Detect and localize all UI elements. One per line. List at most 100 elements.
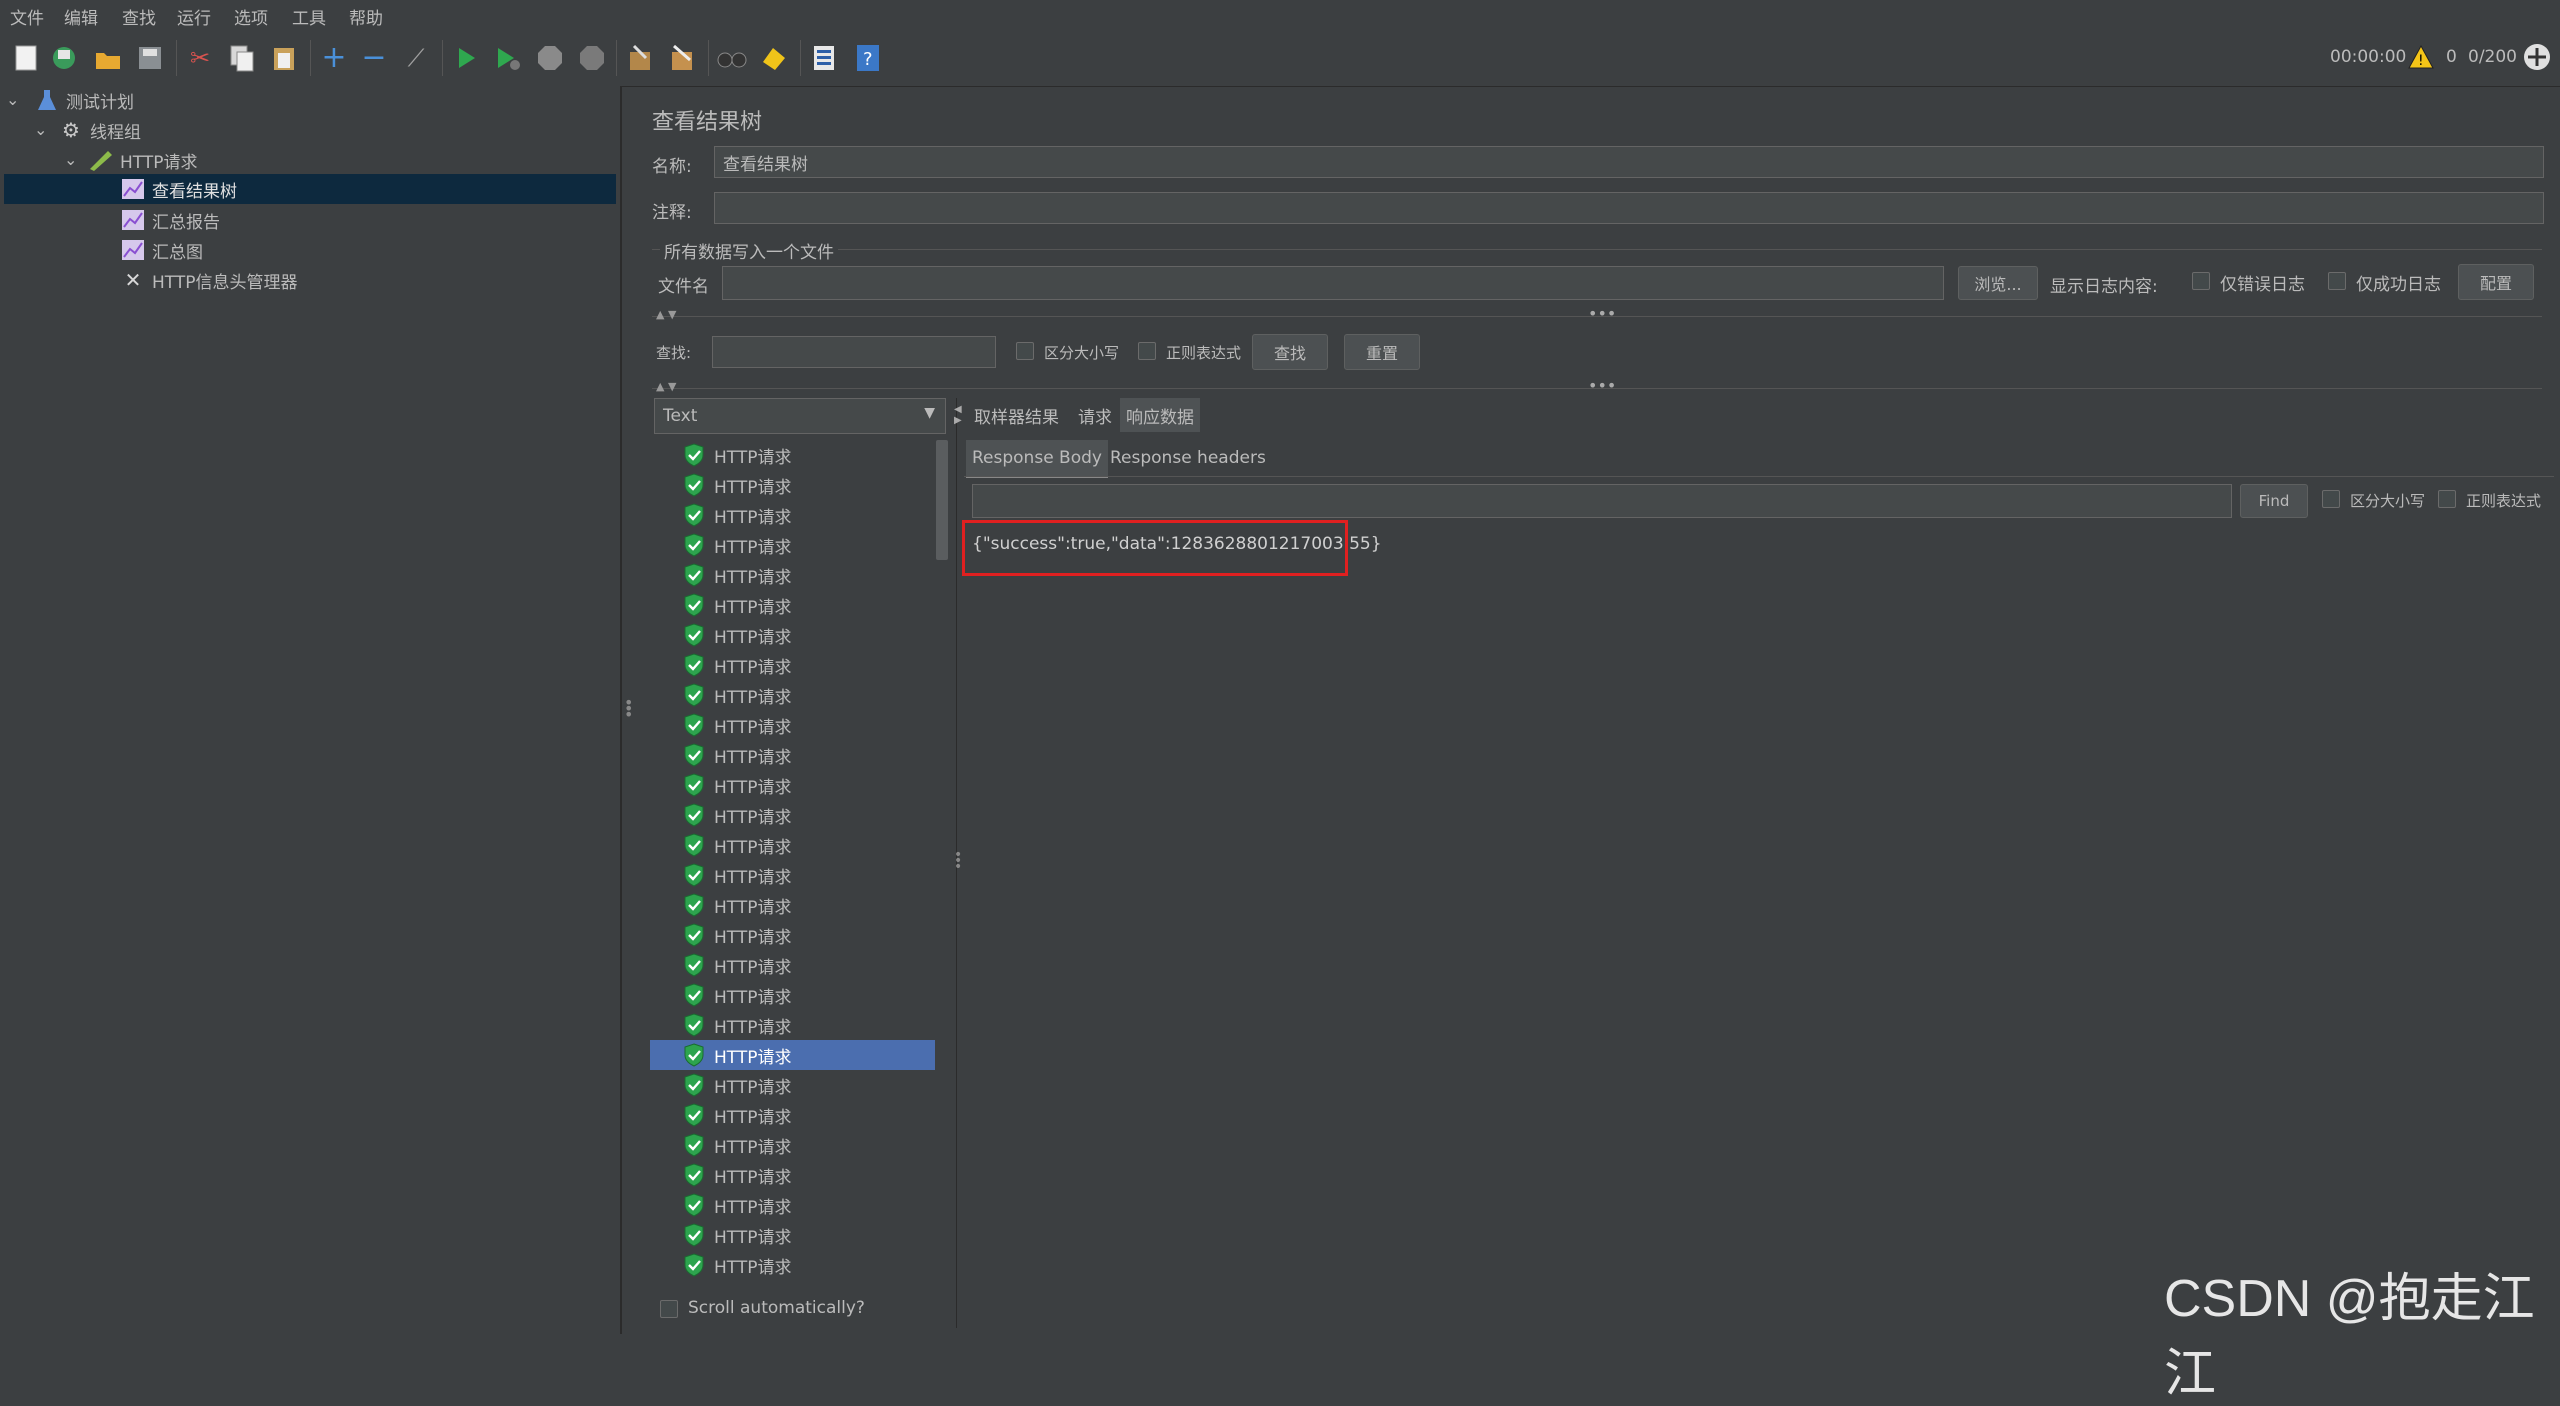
collapse-icon[interactable]: − [358,42,390,74]
chevron-down-icon[interactable]: ⌄ [64,150,77,169]
stop-icon[interactable] [534,42,566,74]
binoculars-icon[interactable] [716,42,748,74]
tree-node-summary-graph[interactable]: 汇总图 [120,236,203,264]
tree-node-test-plan[interactable]: 测试计划 [34,86,134,114]
list-item[interactable]: HTTP请求 [650,530,935,560]
reset-search-icon[interactable] [758,42,790,74]
list-item[interactable]: HTTP请求 [650,620,935,650]
errors-only-checkbox[interactable] [2192,272,2210,290]
start-no-pause-icon[interactable] [492,42,524,74]
list-item[interactable]: HTTP请求 [650,1190,935,1220]
menu-options[interactable]: 选项 [234,4,268,29]
list-item[interactable]: HTTP请求 [650,470,935,500]
menu-run[interactable]: 运行 [177,4,211,29]
list-item[interactable]: HTTP请求 [650,1070,935,1100]
browse-button[interactable]: 浏览... [1958,266,2038,300]
scroll-auto-checkbox[interactable] [660,1300,678,1318]
chevron-down-icon[interactable]: ⌄ [34,120,47,139]
new-icon[interactable] [10,42,42,74]
help-icon[interactable]: ? [852,42,884,74]
response-case-checkbox[interactable] [2322,490,2340,508]
results-list[interactable]: HTTP请求 HTTP请求 HTTP请求 HTTP请求 HTTP请求 HTTP请求 HTTP… [650,440,950,1290]
list-item[interactable]: HTTP请求 [650,710,935,740]
open-icon[interactable] [92,42,124,74]
function-helper-icon[interactable] [808,42,840,74]
tree-node-summary-report[interactable]: 汇总报告 [120,206,220,234]
list-item[interactable]: HTTP请求 [650,740,935,770]
list-item[interactable]: HTTP请求 [650,860,935,890]
list-item[interactable]: HTTP请求 [650,770,935,800]
templates-icon[interactable] [48,42,80,74]
menu-file[interactable]: 文件 [10,4,44,29]
collapse-arrows[interactable]: ▲ ▼ [656,380,676,393]
split-arrows[interactable]: ◀ ▶ [954,404,962,426]
comment-field[interactable] [714,192,2544,224]
clear-icon[interactable] [624,42,656,74]
list-item[interactable]: HTTP请求 [650,1250,935,1280]
success-only-checkbox[interactable] [2328,272,2346,290]
find-button[interactable]: 查找 [1252,334,1328,370]
name-field[interactable]: 查看结果树 [714,146,2544,178]
tree-node-http-request[interactable]: HTTP请求 [88,146,198,174]
remote-status-icon[interactable] [2522,42,2552,77]
subtab-response-body[interactable]: Response Body [966,440,1108,478]
collapse-arrows[interactable]: ▲ ▼ [656,308,676,321]
tab-sampler-result[interactable]: 取样器结果 [968,398,1065,432]
configure-button[interactable]: 配置 [2458,264,2534,300]
reset-button[interactable]: 重置 [1344,334,1420,370]
regex-checkbox[interactable] [1138,342,1156,360]
response-regex-checkbox[interactable] [2438,490,2456,508]
tree-node-view-results-tree[interactable]: 查看结果树 [4,174,616,204]
list-item[interactable]: HTTP请求 [650,800,935,830]
list-item[interactable]: HTTP请求 [650,1100,935,1130]
menu-search[interactable]: 查找 [122,4,156,29]
list-item[interactable]: HTTP请求 [650,830,935,860]
list-item[interactable]: HTTP请求 [650,560,935,590]
list-item[interactable]: HTTP请求 [650,1130,935,1160]
list-item[interactable]: HTTP请求 [650,1220,935,1250]
search-input[interactable] [712,336,996,368]
list-item[interactable]: HTTP请求 [650,500,935,530]
list-item[interactable]: HTTP请求 [650,920,935,950]
start-icon[interactable] [450,42,482,74]
list-item[interactable]: HTTP请求 [650,1010,935,1040]
shutdown-icon[interactable] [576,42,608,74]
clear-all-icon[interactable] [666,42,698,74]
list-item[interactable]: HTTP请求 [650,980,935,1010]
menu-help[interactable]: 帮助 [349,4,383,29]
tree-node-thread-group[interactable]: ⚙ 线程组 [58,116,141,144]
list-item[interactable]: HTTP请求 [650,950,935,980]
menu-tools[interactable]: 工具 [292,4,326,29]
split-handle[interactable]: • • • [954,848,962,874]
toggle-icon[interactable]: ⟋ [400,42,432,74]
list-item[interactable]: HTTP请求 [650,1040,935,1070]
subtab-response-headers[interactable]: Response headers [1104,440,1272,476]
expand-icon[interactable]: + [318,42,350,74]
list-item[interactable]: HTTP请求 [650,1160,935,1190]
more-icon[interactable]: ••• [1588,376,1616,395]
response-search-input[interactable] [972,484,2232,518]
warning-icon[interactable]: ! [2408,44,2434,75]
paste-icon[interactable] [268,42,300,74]
menu-edit[interactable]: 编辑 [64,4,98,29]
list-scrollbar[interactable] [936,440,948,560]
chevron-down-icon[interactable]: ⌄ [6,90,19,109]
list-item[interactable]: HTTP请求 [650,680,935,710]
copy-icon[interactable] [226,42,258,74]
renderer-select[interactable]: Text ▼ [654,398,946,434]
tree-node-header-manager[interactable]: ✕ HTTP信息头管理器 [120,266,298,294]
split-handle[interactable]: • • • [624,695,633,723]
list-item[interactable]: HTTP请求 [650,890,935,920]
filename-field[interactable] [722,266,1944,300]
response-body-area[interactable]: {"success":true,"data":1283628801217003 … [964,526,2560,1334]
save-icon[interactable] [134,42,166,74]
case-sensitive-checkbox[interactable] [1016,342,1034,360]
tab-response-data[interactable]: 响应数据 [1120,398,1200,432]
more-icon[interactable]: ••• [1588,304,1616,323]
list-item[interactable]: HTTP请求 [650,590,935,620]
response-find-button[interactable]: Find [2240,484,2308,518]
list-item[interactable]: HTTP请求 [650,650,935,680]
cut-icon[interactable]: ✂ [184,42,216,74]
list-item[interactable]: HTTP请求 [650,440,935,470]
tab-request[interactable]: 请求 [1072,398,1118,432]
